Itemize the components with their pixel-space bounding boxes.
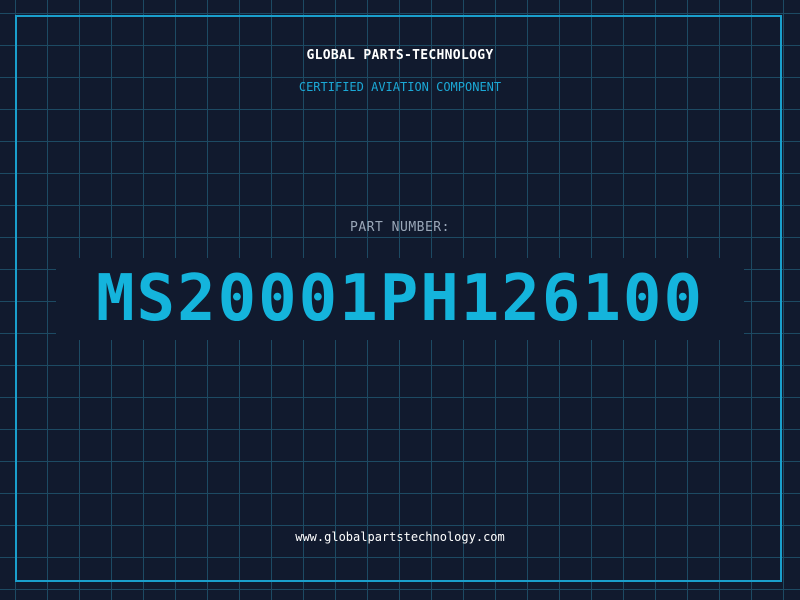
company-name: GLOBAL PARTS-TECHNOLOGY <box>306 48 494 63</box>
part-number-value: MS20001PH126100 <box>96 262 704 336</box>
part-number-label: PART NUMBER: <box>350 220 450 235</box>
part-card: GLOBAL PARTS-TECHNOLOGY CERTIFIED AVIATI… <box>0 0 800 600</box>
certification-tagline: CERTIFIED AVIATION COMPONENT <box>298 80 502 94</box>
website-url: www.globalpartstechnology.com <box>295 530 505 544</box>
